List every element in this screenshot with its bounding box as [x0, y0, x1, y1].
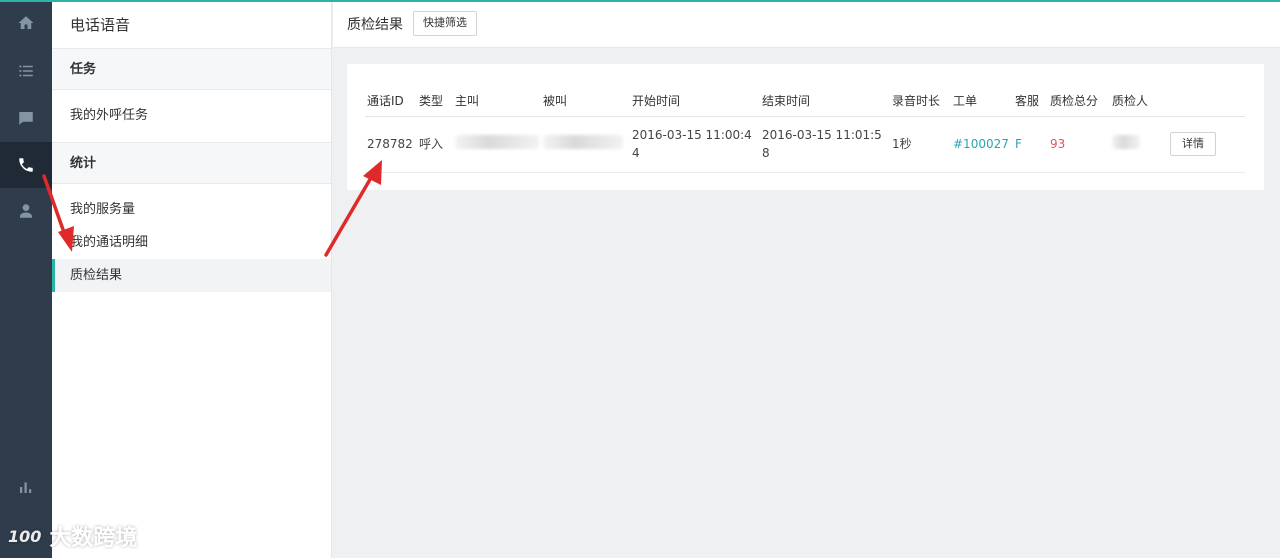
- redacted-caller: [455, 134, 539, 149]
- header-duration[interactable]: 录音时长: [890, 86, 951, 117]
- main-header: 质检结果 快捷筛选: [333, 0, 1280, 48]
- header-score[interactable]: 质检总分: [1048, 86, 1110, 117]
- header-inspector[interactable]: 质检人: [1110, 86, 1168, 117]
- header-type[interactable]: 类型: [417, 86, 453, 117]
- icon-rail: [0, 0, 52, 558]
- cell-call-id: 278782: [365, 116, 417, 173]
- watermark-logo: 100: [8, 526, 42, 546]
- header-callee[interactable]: 被叫: [541, 86, 630, 117]
- secondary-sidebar: 电话语音 任务 我的外呼任务 统计 我的服务量 我的通话明细 质检结果: [52, 0, 332, 558]
- header-start-time[interactable]: 开始时间: [630, 86, 760, 117]
- watermark: 100 大数跨境: [8, 520, 137, 552]
- rail-phone[interactable]: [0, 142, 52, 188]
- redacted-callee: [543, 134, 623, 149]
- cell-start-time: 2016-03-15 11:00:44: [630, 116, 760, 173]
- sidebar-item-qa-results[interactable]: 质检结果: [52, 259, 331, 292]
- sidebar-section-task: 任务: [52, 48, 331, 90]
- cell-duration: 1秒: [890, 116, 951, 173]
- sidebar-item-service-volume[interactable]: 我的服务量: [52, 193, 331, 226]
- cell-ticket-link[interactable]: #100027: [951, 116, 1013, 173]
- rail-user[interactable]: [0, 188, 52, 234]
- watermark-text: 大数跨境: [49, 526, 138, 551]
- table-header-row: 通话ID 类型 主叫 被叫 开始时间 结束时间 录音时长 工单 客服 质检总分 …: [365, 86, 1245, 117]
- header-end-time[interactable]: 结束时间: [760, 86, 890, 117]
- quick-filter-button[interactable]: 快捷筛选: [413, 11, 477, 36]
- sidebar-section-stats: 统计: [52, 142, 331, 184]
- sidebar-item-call-details[interactable]: 我的通话明细: [52, 226, 331, 259]
- home-icon: [18, 16, 34, 29]
- cell-score: 93: [1048, 116, 1110, 173]
- header-call-id[interactable]: 通话ID: [365, 86, 417, 117]
- cell-type: 呼入: [417, 116, 453, 173]
- main-content: 质检结果 快捷筛选 通话ID 类型 主叫 被叫 开始时间 结束时间 录音时长 工…: [333, 0, 1280, 558]
- cell-agent: F: [1013, 116, 1048, 173]
- sidebar-title: 电话语音: [52, 0, 331, 48]
- table-row: 278782 呼入 2016-03-15 11:00:44 2016-03-15…: [365, 116, 1245, 173]
- chat-icon: [19, 112, 33, 125]
- bar-chart-icon: [20, 482, 32, 493]
- rail-chat[interactable]: [0, 95, 52, 141]
- cell-inspector: [1110, 116, 1168, 173]
- header-agent[interactable]: 客服: [1013, 86, 1048, 117]
- rail-list[interactable]: [0, 48, 52, 94]
- header-ticket[interactable]: 工单: [951, 86, 1013, 117]
- cell-actions: 详情: [1168, 116, 1245, 173]
- header-actions: [1168, 86, 1245, 117]
- page-title: 质检结果: [347, 16, 403, 33]
- cell-callee: [541, 116, 630, 173]
- rail-home[interactable]: [0, 0, 52, 46]
- list-icon: [19, 65, 33, 77]
- phone-icon: [19, 158, 33, 172]
- rail-stats[interactable]: [0, 464, 52, 510]
- cell-end-time: 2016-03-15 11:01:58: [760, 116, 890, 173]
- user-icon: [20, 204, 32, 218]
- results-card: 通话ID 类型 主叫 被叫 开始时间 结束时间 录音时长 工单 客服 质检总分 …: [347, 64, 1264, 190]
- sidebar-item-outbound-tasks[interactable]: 我的外呼任务: [52, 90, 331, 142]
- top-accent-line: [0, 0, 1280, 2]
- header-caller[interactable]: 主叫: [453, 86, 541, 117]
- qa-results-table: 通话ID 类型 主叫 被叫 开始时间 结束时间 录音时长 工单 客服 质检总分 …: [365, 86, 1245, 173]
- detail-button[interactable]: 详情: [1170, 132, 1216, 156]
- redacted-inspector: [1112, 134, 1140, 149]
- cell-caller: [453, 116, 541, 173]
